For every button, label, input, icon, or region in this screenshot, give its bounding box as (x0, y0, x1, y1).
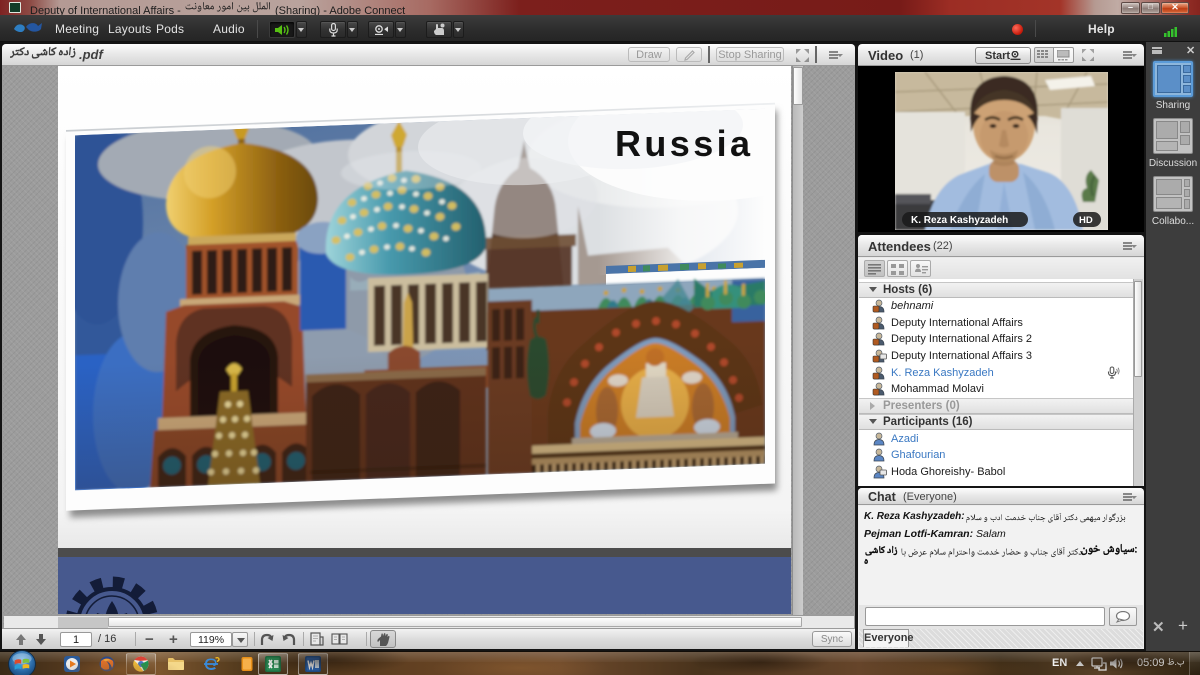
svg-text:Russia: Russia (615, 123, 753, 164)
svg-text:HD: HD (1079, 215, 1093, 226)
svg-text:K. Reza Kashyzadeh: K. Reza Kashyzadeh (911, 215, 1008, 226)
